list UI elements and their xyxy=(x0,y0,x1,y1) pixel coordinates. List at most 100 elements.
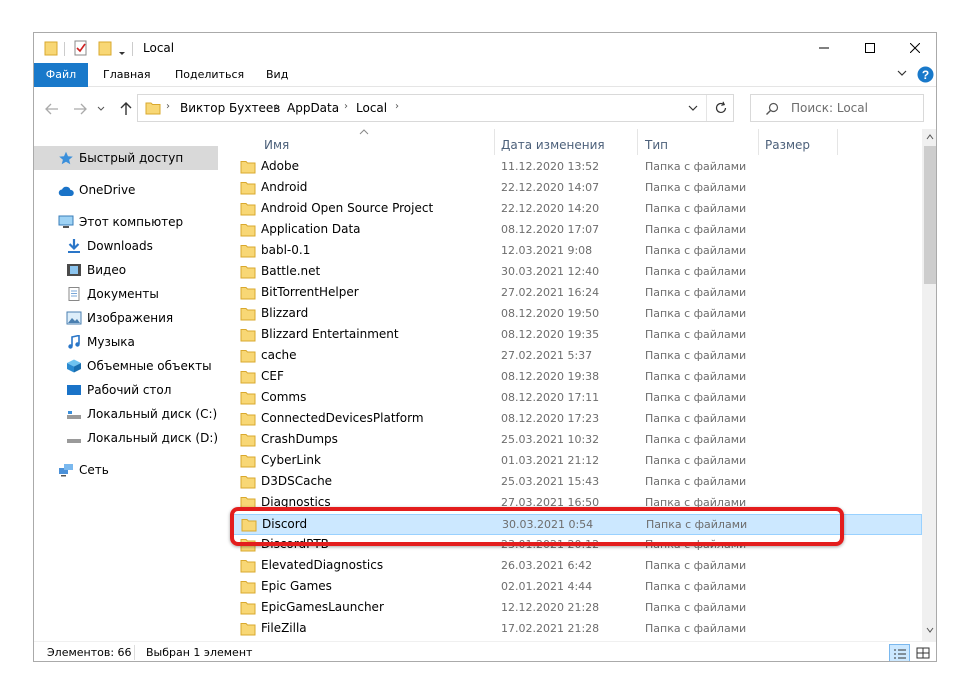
column-header-size[interactable]: Размер xyxy=(765,132,810,158)
file-row[interactable]: D3DSCache 25.03.2021 15:43 Папка с файлами xyxy=(230,472,922,493)
file-date: 26.03.2021 6:42 xyxy=(501,559,593,572)
breadcrumb-separator: › xyxy=(166,101,170,112)
file-row[interactable]: Epic Games 02.01.2021 4:44 Папка с файлами xyxy=(230,577,922,598)
column-header-type[interactable]: Тип xyxy=(645,132,668,158)
forward-button[interactable] xyxy=(70,99,90,119)
tab-home[interactable]: Главная xyxy=(90,63,164,87)
file-row[interactable]: ConnectedDevicesPlatform 08.12.2020 17:23… xyxy=(230,409,922,430)
sidebar-item-quick-access[interactable]: Быстрый доступ xyxy=(34,146,218,170)
file-date: 11.12.2020 13:52 xyxy=(501,160,600,173)
file-row[interactable]: babl-0.1 12.03.2021 9:08 Папка с файлами xyxy=(230,241,922,262)
file-type: Папка с файлами xyxy=(645,454,747,467)
file-name: BitTorrentHelper xyxy=(261,285,359,299)
address-bar[interactable]: › Виктор Бухтеев › AppData › Local › xyxy=(137,94,734,122)
sidebar-item-this-pc[interactable]: Этот компьютер xyxy=(34,210,218,234)
help-icon[interactable]: ? xyxy=(917,66,934,83)
file-row[interactable]: CyberLink 01.03.2021 21:12 Папка с файлами xyxy=(230,451,922,472)
file-type: Папка с файлами xyxy=(645,328,747,341)
new-folder-icon[interactable] xyxy=(98,39,112,57)
tab-view[interactable]: Вид xyxy=(253,63,301,87)
close-icon xyxy=(910,43,920,53)
sidebar-item-videos[interactable]: Видео xyxy=(34,258,218,282)
refresh-icon[interactable] xyxy=(714,101,728,115)
file-row[interactable]: EpicGamesLauncher 12.12.2020 21:28 Папка с… xyxy=(230,598,922,619)
breadcrumb-user[interactable]: Виктор Бухтеев xyxy=(180,101,280,115)
search-input[interactable]: Поиск: Local xyxy=(750,94,924,122)
sidebar-item-onedrive[interactable]: OneDrive xyxy=(34,178,218,202)
chevron-down-icon[interactable] xyxy=(118,45,126,63)
file-row[interactable]: Battle.net 30.03.2021 12:40 Папка с файлам… xyxy=(230,262,922,283)
column-separator[interactable] xyxy=(758,129,759,155)
minimize-button[interactable] xyxy=(801,33,847,63)
file-type: Папка с файлами xyxy=(645,349,747,362)
breadcrumb-appdata[interactable]: AppData xyxy=(287,101,339,115)
sidebar-item-downloads[interactable]: Downloads xyxy=(34,234,218,258)
file-row[interactable]: Android 22.12.2020 14:07 Папка с файлами xyxy=(230,178,922,199)
properties-icon[interactable] xyxy=(74,39,88,57)
large-icons-view-button[interactable] xyxy=(913,644,934,661)
file-row[interactable]: Adobe 11.12.2020 13:52 Папка с файлами xyxy=(230,157,922,178)
column-separator[interactable] xyxy=(494,129,495,155)
tab-file[interactable]: Файл xyxy=(34,63,88,87)
breadcrumb-local[interactable]: Local xyxy=(356,101,387,115)
scroll-down-icon[interactable] xyxy=(926,627,934,633)
folder-icon xyxy=(240,560,256,573)
sidebar-item-drive-d[interactable]: Локальный диск (D:) xyxy=(34,426,224,450)
file-type: Папка с файлами xyxy=(645,202,747,215)
file-row[interactable]: Android Open Source Project 22.12.2020 14… xyxy=(230,199,922,220)
up-button[interactable] xyxy=(116,99,136,119)
sidebar-item-desktop[interactable]: Рабочий стол xyxy=(34,378,218,402)
sidebar-item-music[interactable]: Музыка xyxy=(34,330,218,354)
file-row[interactable]: ElevatedDiagnostics 26.03.2021 6:42 Папка … xyxy=(230,556,922,577)
scroll-up-icon[interactable] xyxy=(926,134,934,140)
sidebar-item-pictures[interactable]: Изображения xyxy=(34,306,218,330)
tab-share[interactable]: Поделиться xyxy=(162,63,257,87)
back-button[interactable] xyxy=(42,99,62,119)
sidebar-item-label: Музыка xyxy=(87,335,135,349)
file-row[interactable]: Blizzard 08.12.2020 19:50 Папка с файлами xyxy=(230,304,922,325)
expand-ribbon-icon[interactable] xyxy=(896,67,908,79)
star-icon xyxy=(59,151,73,165)
file-row[interactable]: Blizzard Entertainment 08.12.2020 19:35 Па… xyxy=(230,325,922,346)
file-row[interactable]: CrashDumps 25.03.2021 10:32 Папка с файлам… xyxy=(230,430,922,451)
column-separator[interactable] xyxy=(837,129,838,155)
sidebar-item-label: Downloads xyxy=(87,239,153,253)
chevron-down-icon xyxy=(97,106,105,111)
search-icon xyxy=(766,102,779,115)
folder-icon xyxy=(240,224,256,237)
desktop-icon xyxy=(67,385,81,395)
arrow-right-icon xyxy=(74,103,87,115)
folder-icon xyxy=(240,371,256,384)
file-date: 27.02.2021 5:37 xyxy=(501,349,593,362)
file-row[interactable]: Comms 08.12.2020 17:11 Папка с файлами xyxy=(230,388,922,409)
file-type: Папка с файлами xyxy=(645,265,747,278)
scrollbar-thumb[interactable] xyxy=(924,146,936,284)
sidebar-item-drive-c[interactable]: Локальный диск (C:) xyxy=(34,402,224,426)
column-header-date[interactable]: Дата изменения xyxy=(501,132,605,158)
separator xyxy=(64,42,65,56)
column-header-name[interactable]: Имя xyxy=(264,132,289,158)
sidebar-item-network[interactable]: Сеть xyxy=(34,458,218,482)
vertical-scrollbar[interactable] xyxy=(922,129,936,641)
navigation-pane: Быстрый доступ OneDrive Этот компьютер D… xyxy=(34,129,230,641)
file-row[interactable]: Application Data 08.12.2020 17:07 Папка с … xyxy=(230,220,922,241)
file-date: 27.02.2021 16:24 xyxy=(501,286,600,299)
search-placeholder: Поиск: Local xyxy=(791,101,868,115)
explorer-window: Local Файл Главная Поделиться Вид ? › Ви… xyxy=(33,32,937,662)
file-row[interactable]: BitTorrentHelper 27.02.2021 16:24 Папка с … xyxy=(230,283,922,304)
chevron-down-icon[interactable] xyxy=(688,105,698,112)
details-view-button[interactable] xyxy=(889,644,910,661)
file-row[interactable]: CEF 08.12.2020 19:38 Папка с файлами xyxy=(230,367,922,388)
sidebar-item-3d-objects[interactable]: Объемные объекты xyxy=(34,354,224,378)
recent-locations-button[interactable] xyxy=(94,99,108,119)
maximize-button[interactable] xyxy=(847,33,893,63)
close-button[interactable] xyxy=(892,33,936,63)
column-separator[interactable] xyxy=(637,129,638,155)
file-name: Comms xyxy=(261,390,307,404)
file-row[interactable]: FileZilla 17.02.2021 21:28 Папка с файлами xyxy=(230,619,922,640)
breadcrumb-separator: › xyxy=(344,101,348,112)
file-type: Папка с файлами xyxy=(645,160,747,173)
file-row[interactable]: cache 27.02.2021 5:37 Папка с файлами xyxy=(230,346,922,367)
sidebar-item-documents[interactable]: Документы xyxy=(34,282,218,306)
sidebar-item-label: Рабочий стол xyxy=(87,383,172,397)
